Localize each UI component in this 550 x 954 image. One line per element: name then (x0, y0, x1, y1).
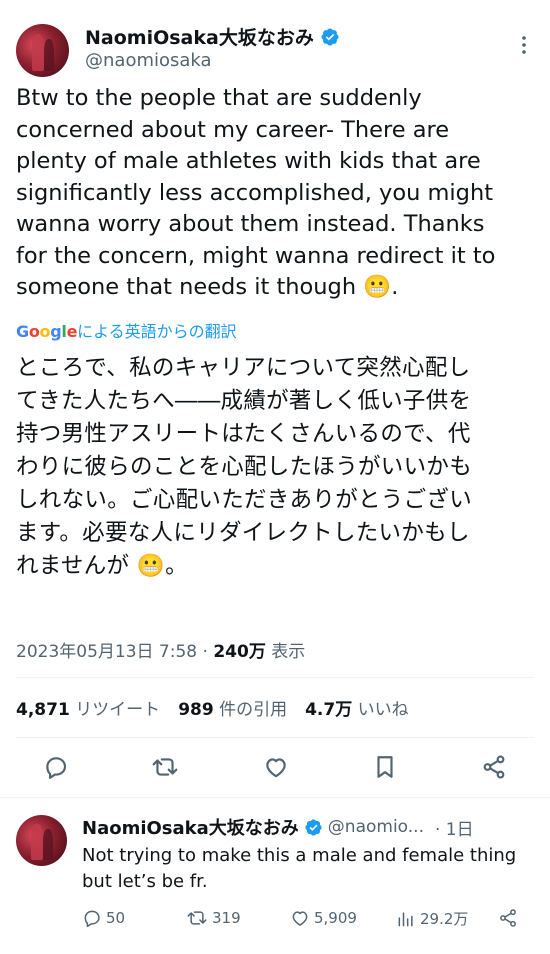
reply-text: Not trying to make this a male and femal… (82, 843, 542, 895)
tweet-text-line: someone that needs it though 😬. (16, 274, 399, 300)
retweet-icon (187, 911, 207, 925)
tweet-meta: 2023年05月13日 7:58 · 240万 表示 (16, 637, 305, 662)
reply-likes-button[interactable]: 5,909 (290, 908, 357, 928)
tweet-text-line: significantly less accomplished, you mig… (16, 179, 494, 206)
tweet-text: Btw to the people that are suddenly conc… (16, 83, 536, 304)
verified-badge-icon (320, 27, 340, 47)
google-logo: Google (16, 322, 78, 341)
share-button[interactable] (479, 752, 509, 782)
divider (16, 677, 534, 678)
translated-text: ところで、私のキャリアについて突然心配し てきた人たちへ――成績が著しく低い子供… (16, 352, 542, 583)
engagement-stats: 4,871 リツイート 989 件の引用 4.7万 いいね (16, 695, 409, 720)
likes-stat[interactable]: 4.7万 いいね (305, 695, 409, 720)
reply-time[interactable]: · 1日 (435, 815, 474, 840)
quotes-stat[interactable]: 989 件の引用 (178, 695, 287, 720)
views-chart-icon (398, 911, 413, 926)
heart-icon (292, 911, 308, 926)
translated-text-line: ます。必要な人にリダイレクトしたいかもし (16, 520, 470, 546)
divider (16, 737, 534, 738)
bookmark-button[interactable] (370, 752, 400, 782)
reply-views-button[interactable]: 29.2万 (396, 908, 468, 929)
translation-attribution[interactable]: Google による英語からの翻訳 (16, 318, 237, 342)
views-label: 表示 (265, 642, 306, 662)
views-count: 240万 (213, 642, 266, 662)
divider (0, 797, 550, 798)
translated-text-line: ところで、私のキャリアについて突然心配し (16, 355, 471, 381)
tweet-text-line: concerned about my career- There are (16, 116, 450, 143)
verified-badge-icon (304, 818, 323, 837)
author-handle[interactable]: @naomiosaka (85, 50, 212, 71)
tweet-text-line: wanna worry about them instead. Thanks (16, 211, 485, 237)
translated-text-line: れませんが 😬。 (16, 553, 188, 579)
tweet-timestamp[interactable]: 2023年05月13日 7:58 (16, 642, 197, 662)
reply-author-handle[interactable]: @naomio... (328, 817, 424, 837)
reply-icon (46, 757, 67, 779)
reply-share-button[interactable] (497, 907, 519, 929)
reply-text-line: but let’s be fr. (82, 871, 208, 892)
share-icon (483, 755, 505, 779)
like-button[interactable] (261, 752, 291, 782)
retweet-button[interactable] (149, 752, 181, 782)
reply-likes-count: 5,909 (314, 909, 357, 927)
translated-text-line: しれない。ご心配いただきありがとうござい (16, 487, 473, 513)
heart-icon (266, 758, 286, 778)
reply-replies-count: 50 (106, 909, 126, 927)
bookmark-icon (377, 756, 393, 778)
reply-retweets-count: 319 (212, 909, 241, 927)
author-name[interactable]: NaomiOsaka大坂なおみ (85, 23, 314, 50)
translation-label[interactable]: による英語からの翻訳 (77, 318, 237, 342)
tweet-text-line: Btw to the people that are suddenly (16, 85, 422, 111)
reply-replies-button[interactable]: 50 (82, 908, 125, 928)
reply-button[interactable] (41, 752, 71, 782)
reply-views-count: 29.2万 (420, 910, 469, 928)
reply-retweets-button[interactable]: 319 (186, 908, 241, 928)
translated-text-line: わりに彼らのことを心配したほうがいいかも (16, 454, 473, 480)
retweet-icon (152, 758, 178, 776)
share-icon (500, 909, 516, 927)
reply-icon (84, 910, 100, 928)
author-avatar[interactable] (16, 24, 69, 77)
reply-author-avatar[interactable] (16, 815, 67, 866)
retweets-stat[interactable]: 4,871 リツイート (16, 695, 160, 720)
reply-text-line: Not trying to make this a male and femal… (82, 845, 517, 866)
tweet-text-line: for the concern, might wanna redirect it… (16, 242, 496, 269)
meta-separator: · (197, 642, 214, 662)
tweet-text-line: plenty of male athletes with kids that a… (16, 148, 481, 174)
translated-text-line: 持つ男性アスリートはたくさんいるので、代 (16, 421, 471, 447)
translated-text-line: てきた人たちへ――成績が著しく低い子供を (16, 388, 472, 414)
reply-author-name[interactable]: NaomiOsaka大坂なおみ (82, 814, 299, 840)
more-options-icon[interactable] (518, 34, 530, 56)
